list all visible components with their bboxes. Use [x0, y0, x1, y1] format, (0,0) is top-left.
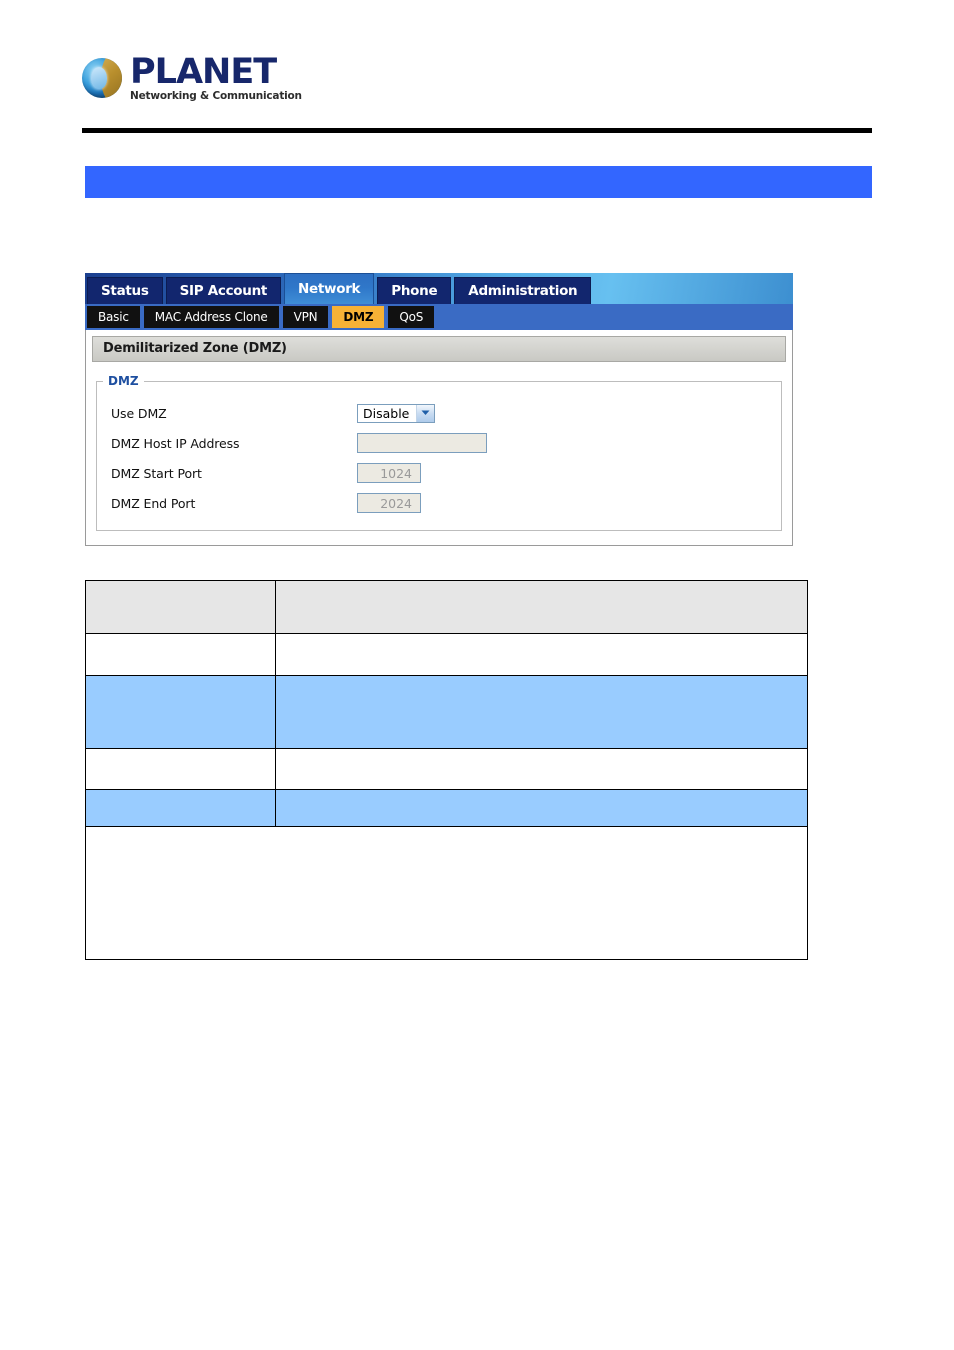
row-dmz-host-ip: DMZ Host IP Address [97, 428, 781, 458]
label-dmz-host-ip: DMZ Host IP Address [111, 435, 240, 451]
label-dmz-end-port: DMZ End Port [111, 495, 196, 511]
dmz-start-port-input[interactable] [357, 463, 421, 483]
use-dmz-select[interactable]: Disable [357, 403, 436, 423]
panel-title: Demilitarized Zone (DMZ) [92, 336, 786, 362]
table-row [85, 748, 808, 790]
table-cell-parameter [85, 748, 276, 790]
dmz-host-ip-input[interactable] [357, 433, 487, 453]
table-header-row [85, 580, 808, 634]
dmz-panel: Demilitarized Zone (DMZ) DMZ Use DMZ Dis… [85, 330, 793, 546]
subtab-vpn[interactable]: VPN [282, 306, 329, 328]
dmz-fieldset: DMZ Use DMZ Disable DMZ Host IP Address … [96, 374, 782, 531]
table-cell-parameter [85, 633, 276, 676]
table-notes-row [85, 826, 808, 960]
sub-tab-bar: Basic MAC Address Clone VPN DMZ QoS [85, 304, 793, 330]
table-cell-description [275, 748, 808, 790]
subtab-mac-address-clone[interactable]: MAC Address Clone [143, 306, 279, 328]
table-header-cell-description [275, 580, 808, 634]
tab-status[interactable]: Status [87, 277, 163, 304]
chevron-down-icon[interactable] [416, 404, 435, 422]
logo-wordmark: PLANET Networking & Communication [130, 51, 302, 102]
row-use-dmz: Use DMZ Disable [97, 398, 781, 428]
label-use-dmz: Use DMZ [111, 405, 167, 421]
subtab-qos[interactable]: QoS [388, 306, 435, 328]
tab-administration[interactable]: Administration [454, 277, 592, 304]
globe-icon [82, 58, 122, 98]
device-web-ui: Status SIP Account Network Phone Adminis… [85, 273, 793, 546]
dmz-end-port-input[interactable] [357, 493, 421, 513]
table-cell-description [275, 789, 808, 827]
table-cell-description [275, 675, 808, 749]
parameter-description-table [85, 580, 808, 960]
subtab-dmz[interactable]: DMZ [332, 306, 385, 328]
brand-name: PLANET [130, 51, 277, 92]
table-row [85, 789, 808, 827]
planet-logo: PLANET Networking & Communication [82, 50, 872, 106]
main-tab-bar: Status SIP Account Network Phone Adminis… [85, 273, 793, 304]
table-notes-cell [85, 826, 808, 960]
table-cell-parameter [85, 675, 276, 749]
use-dmz-selected-value: Disable [363, 405, 410, 421]
row-dmz-start-port: DMZ Start Port [97, 458, 781, 488]
dmz-fieldset-legend: DMZ [108, 374, 139, 388]
table-row [85, 675, 808, 749]
document-header: PLANET Networking & Communication [82, 50, 872, 140]
subtab-basic[interactable]: Basic [87, 306, 140, 328]
tab-sip-account[interactable]: SIP Account [165, 277, 282, 304]
chapter-banner [85, 166, 872, 198]
label-dmz-start-port: DMZ Start Port [111, 465, 202, 481]
table-cell-description [275, 633, 808, 676]
table-row [85, 633, 808, 676]
brand-tagline: Networking & Communication [130, 89, 302, 102]
table-header-cell-parameter [85, 580, 276, 634]
header-divider [82, 128, 872, 133]
row-dmz-end-port: DMZ End Port [97, 488, 781, 518]
tab-network[interactable]: Network [284, 273, 375, 304]
tab-phone[interactable]: Phone [377, 277, 452, 304]
table-cell-parameter [85, 789, 276, 827]
